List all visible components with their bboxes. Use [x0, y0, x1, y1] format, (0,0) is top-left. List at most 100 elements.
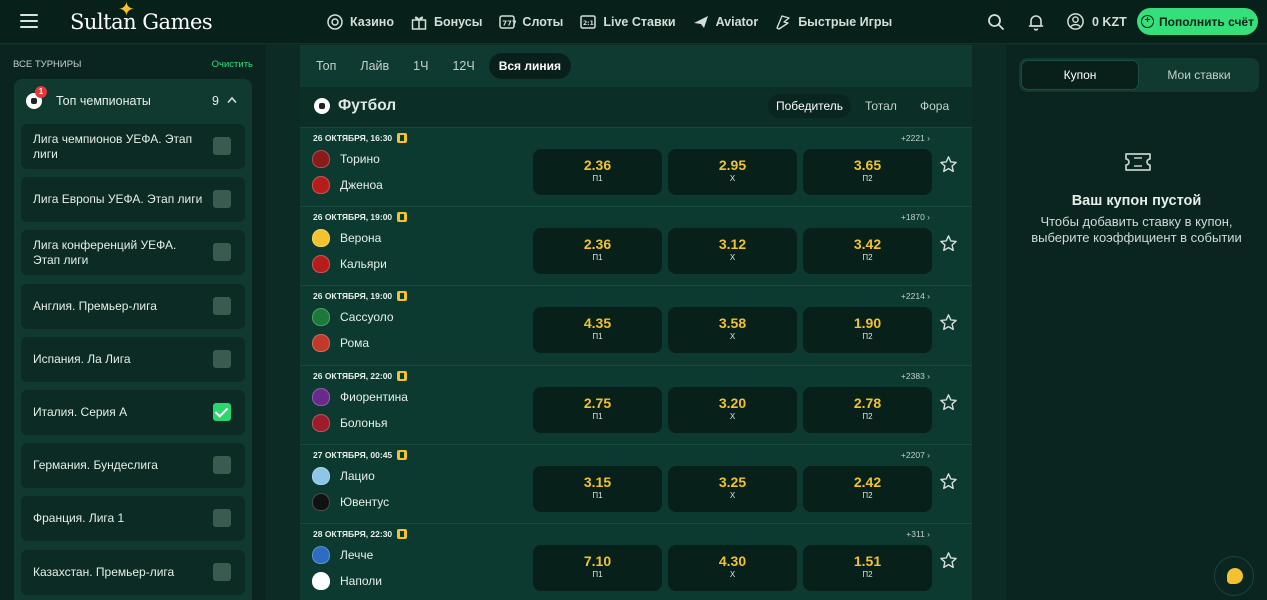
chat-button[interactable]: [1214, 556, 1254, 596]
nav-item[interactable]: 2:1 Live Ставки: [579, 13, 676, 31]
slots-icon: 777: [499, 15, 516, 29]
more-markets-link[interactable]: +311 ›: [906, 529, 930, 539]
home-team[interactable]: Торино: [312, 149, 380, 169]
odd-button[interactable]: 2.75 П1: [533, 386, 662, 433]
league-checkbox[interactable]: [213, 190, 231, 209]
event-datetime: 27 октября, 00:45: [313, 449, 393, 460]
league-item[interactable]: Лига Европы УЕФА. Этап лиги: [21, 177, 245, 223]
odd-button[interactable]: 3.65 П2: [803, 149, 932, 195]
favorite-star-icon[interactable]: [939, 234, 958, 253]
nav-item[interactable]: Быстрые Игры: [774, 13, 892, 31]
team-crest-icon: [312, 546, 330, 564]
sport-title: Футбол: [338, 97, 397, 114]
odd-button[interactable]: 3.20 X: [668, 386, 797, 433]
league-checkbox[interactable]: [213, 137, 231, 155]
odd-button[interactable]: 3.12 X: [668, 228, 797, 275]
search-icon[interactable]: [986, 12, 1006, 32]
league-item[interactable]: Лига конференций УЕФА. Этап лиги: [21, 230, 245, 276]
team-crest-icon: [312, 308, 330, 327]
favorite-star-icon[interactable]: [939, 313, 958, 332]
market-tab[interactable]: Победитель: [768, 94, 852, 118]
odd-value: 4.35: [583, 315, 612, 332]
odd-button[interactable]: 2.78 П2: [803, 386, 932, 433]
nav-item[interactable]: 777 Слоты: [498, 13, 563, 31]
more-markets-link[interactable]: +2207 ›: [901, 450, 930, 460]
league-item[interactable]: Испания. Ла Лига: [21, 336, 245, 382]
menu-icon[interactable]: [20, 14, 38, 28]
balance[interactable]: 0 KZT: [1066, 12, 1127, 31]
odd-label: X: [729, 570, 736, 579]
league-item[interactable]: Лига чемпионов УЕФА. Этап лиги: [21, 124, 245, 169]
favorite-star-icon[interactable]: [939, 155, 958, 174]
home-team[interactable]: Лечче: [312, 545, 373, 565]
home-team[interactable]: Верона: [312, 228, 381, 248]
league-checkbox[interactable]: [213, 349, 231, 368]
away-team[interactable]: Кальяри: [312, 254, 387, 274]
odd-button[interactable]: 4.35 П1: [533, 307, 662, 354]
home-team[interactable]: Сассуоло: [312, 307, 394, 327]
logo[interactable]: Sultan Games ✦: [70, 0, 213, 38]
home-team[interactable]: Фиорентина: [312, 387, 408, 407]
odd-button[interactable]: 7.10 П1: [533, 545, 662, 591]
market-tab[interactable]: Тотал: [857, 94, 905, 118]
odd-button[interactable]: 2.36 П1: [533, 228, 662, 275]
nav-item[interactable]: Aviator: [692, 13, 758, 31]
league-name: Испания. Ла Лига: [33, 351, 131, 366]
odd-button[interactable]: 2.42 П2: [803, 465, 932, 512]
league-checkbox[interactable]: [213, 403, 231, 421]
period-tab[interactable]: 12Ч: [442, 53, 484, 79]
away-team[interactable]: Ювентус: [312, 492, 389, 512]
bet-slip-tab[interactable]: Купон: [1021, 60, 1139, 90]
more-markets-link[interactable]: +2383 ›: [901, 371, 930, 381]
period-tab[interactable]: Топ: [306, 53, 346, 79]
odd-button[interactable]: 2.36 П1: [533, 149, 662, 195]
period-tab[interactable]: Вся линия: [488, 53, 572, 79]
market-tab[interactable]: Фора: [912, 94, 957, 118]
group-header[interactable]: 1 Топ чемпионаты 9: [14, 79, 252, 123]
away-team[interactable]: Дженоа: [312, 175, 383, 195]
home-team[interactable]: Лацио: [312, 466, 375, 486]
odd-button[interactable]: 3.25 X: [668, 465, 797, 512]
league-checkbox[interactable]: [213, 243, 231, 262]
away-team[interactable]: Рома: [312, 333, 369, 353]
league-checkbox[interactable]: [213, 562, 231, 581]
odd-button[interactable]: 3.42 П2: [803, 228, 932, 275]
bet-slip-tab[interactable]: Мои ставки: [1140, 60, 1258, 90]
bell-icon[interactable]: [1026, 12, 1046, 32]
more-markets-link[interactable]: +2221 ›: [901, 133, 930, 143]
period-tab[interactable]: Лайв: [350, 53, 399, 79]
odd-value: 1.51: [853, 553, 882, 569]
league-checkbox[interactable]: [213, 509, 231, 528]
more-markets-link[interactable]: +1870 ›: [901, 212, 930, 222]
odd-value: 2.78: [853, 394, 882, 411]
favorite-star-icon[interactable]: [939, 551, 958, 570]
league-item[interactable]: Англия. Премьер-лига: [21, 283, 245, 329]
odd-value: 3.20: [718, 394, 747, 411]
odd-button[interactable]: 1.90 П2: [803, 307, 932, 354]
logo-text: Sultan Games: [70, 10, 213, 34]
away-team[interactable]: Болонья: [312, 413, 387, 433]
league-item[interactable]: Германия. Бундеслига: [21, 443, 245, 489]
league-item[interactable]: Франция. Лига 1: [21, 496, 245, 542]
period-tab[interactable]: 1Ч: [403, 53, 438, 79]
deposit-button[interactable]: + Пополнить счёт: [1137, 8, 1258, 35]
league-checkbox[interactable]: [213, 296, 231, 315]
favorite-star-icon[interactable]: [939, 393, 958, 412]
away-team[interactable]: Наполи: [312, 571, 382, 591]
clear-link[interactable]: Очистить: [212, 59, 253, 70]
favorite-star-icon[interactable]: [939, 472, 958, 491]
nav-item[interactable]: Бонусы: [410, 13, 482, 31]
odd-button[interactable]: 3.15 П1: [533, 465, 662, 512]
league-checkbox[interactable]: [213, 456, 231, 475]
odd-button[interactable]: 3.58 X: [668, 307, 797, 354]
chevron-up-icon[interactable]: [227, 95, 237, 105]
odd-label: X: [729, 332, 736, 342]
odd-button[interactable]: 1.51 П2: [803, 545, 932, 591]
nav-item[interactable]: Казино: [326, 13, 394, 31]
odd-button[interactable]: 4.30 X: [668, 545, 797, 591]
league-item[interactable]: Казахстан. Премьер-лига: [21, 549, 245, 595]
more-markets-link[interactable]: +2214 ›: [901, 291, 930, 301]
odd-button[interactable]: 2.95 X: [668, 149, 797, 195]
league-item[interactable]: Италия. Серия А: [21, 390, 245, 435]
nav-item-label: Казино: [350, 15, 394, 29]
